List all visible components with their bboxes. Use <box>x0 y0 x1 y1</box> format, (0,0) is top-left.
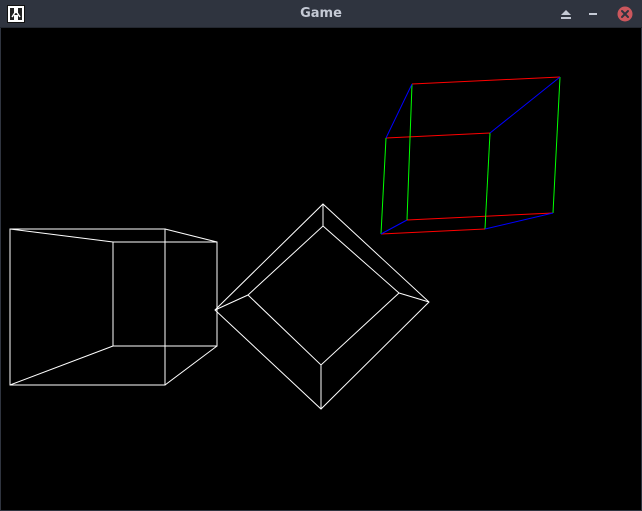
window-title: Game <box>300 6 342 21</box>
eject-icon <box>561 9 571 19</box>
title-bar[interactable]: Game <box>0 0 642 28</box>
white-wireframe-cube-center <box>214 203 430 410</box>
white-wireframe-cube-left <box>9 228 218 386</box>
close-icon <box>617 6 633 22</box>
game-viewport[interactable] <box>1 28 641 510</box>
colored-wireframe-cube-right <box>380 76 561 235</box>
cube-y-edges <box>380 76 561 235</box>
minimize-icon <box>589 13 597 15</box>
shade-button[interactable] <box>557 5 575 23</box>
minimize-button[interactable] <box>584 5 602 23</box>
game-window: Game <box>0 0 642 511</box>
close-button[interactable] <box>616 5 634 23</box>
